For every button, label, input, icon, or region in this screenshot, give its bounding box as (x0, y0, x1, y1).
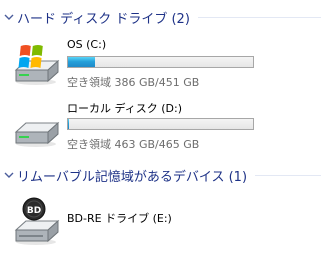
free-space-text: 空き領域 386 GB/451 GB (67, 76, 200, 89)
drive-name: BD-RE ドライブ (E:) (67, 212, 172, 225)
hard-drive-icon (12, 100, 64, 152)
usage-bar-fill (68, 119, 69, 129)
group-title: ハード ディスク ドライブ (2) (17, 11, 190, 27)
chevron-down-icon[interactable] (2, 10, 16, 24)
bd-icon-label: BD (27, 206, 41, 216)
drive-name: OS (C:) (67, 38, 107, 51)
group-header-removable[interactable]: リムーバブル記憶域があるデバイス (1) (0, 164, 327, 186)
bd-drive-icon: BD (12, 196, 64, 248)
chevron-down-icon[interactable] (2, 168, 16, 182)
group-divider (197, 16, 321, 18)
free-space-text: 空き領域 463 GB/465 GB (67, 138, 200, 151)
usage-bar (67, 56, 254, 68)
drive-item-e[interactable]: BD BD-RE ドライブ (E:) (12, 196, 322, 252)
group-divider (255, 174, 321, 176)
windows-drive-icon (12, 38, 64, 90)
usage-bar (67, 118, 254, 130)
drive-item-d[interactable]: ローカル ディスク (D:) 空き領域 463 GB/465 GB (12, 100, 322, 156)
drive-name: ローカル ディスク (D:) (67, 102, 182, 115)
group-header-hard-disk[interactable]: ハード ディスク ドライブ (2) (0, 6, 327, 28)
usage-bar-fill (68, 57, 95, 67)
group-title: リムーバブル記憶域があるデバイス (1) (17, 169, 248, 185)
drive-item-c[interactable]: OS (C:) 空き領域 386 GB/451 GB (12, 38, 322, 94)
